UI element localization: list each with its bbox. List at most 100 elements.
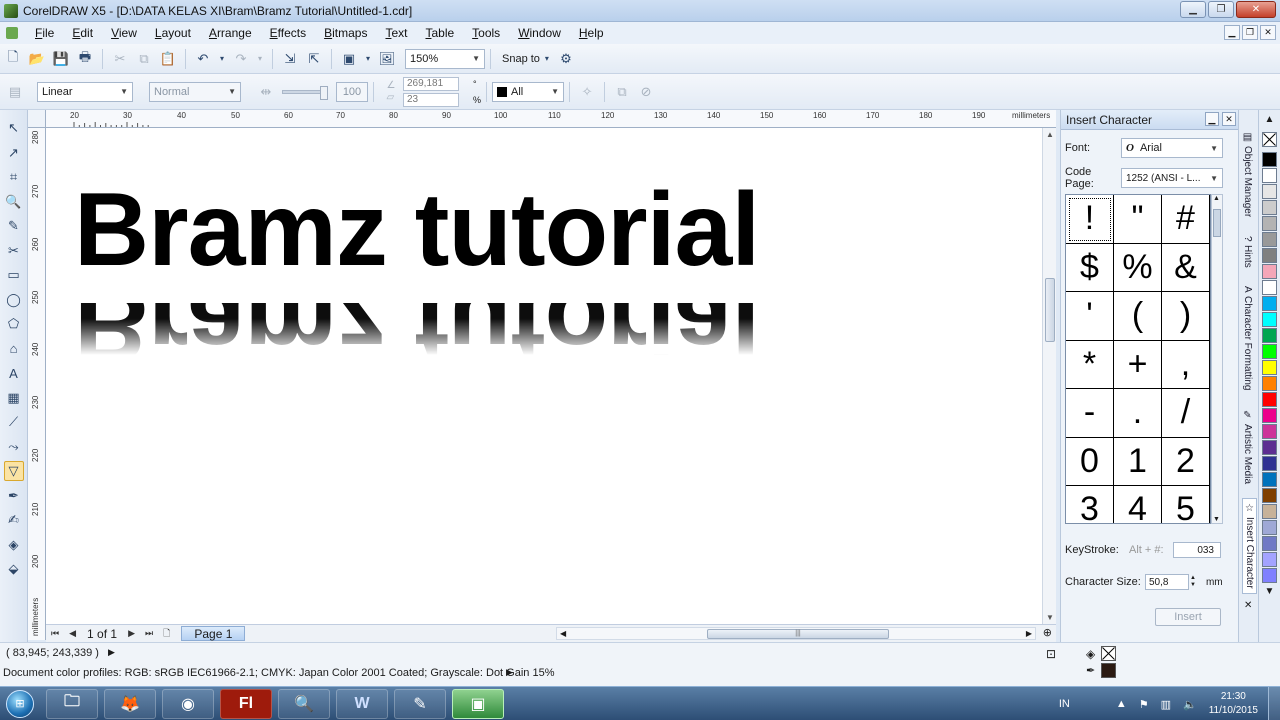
color-swatch[interactable]: [1262, 504, 1277, 519]
smart-fill-tool-icon[interactable]: ✂: [4, 241, 24, 261]
color-swatch[interactable]: [1262, 248, 1277, 263]
navigator-icon[interactable]: ⊕: [1043, 626, 1052, 639]
color-swatch[interactable]: [1262, 328, 1277, 343]
character-cell[interactable]: $: [1066, 243, 1114, 292]
horizontal-ruler[interactable]: 20 30 40 50 60 70 80 90 100 110 120 130 …: [46, 110, 1056, 128]
freehand-tool-icon[interactable]: ✎: [4, 216, 24, 236]
undo-dropdown-icon[interactable]: ▾: [218, 50, 226, 68]
zoom-tool-icon[interactable]: 🔍: [4, 192, 24, 212]
merge-mode-combo[interactable]: Normal ▼: [149, 81, 241, 102]
color-swatch[interactable]: [1262, 488, 1277, 503]
menu-arrange[interactable]: Arrange: [200, 26, 261, 40]
polygon-tool-icon[interactable]: ⬠: [4, 314, 24, 334]
character-cell[interactable]: /: [1162, 389, 1210, 438]
chrome-taskbar-button[interactable]: ◉: [162, 688, 214, 719]
color-swatch[interactable]: [1262, 440, 1277, 455]
firefox-taskbar-button[interactable]: 🦊: [104, 688, 156, 719]
color-swatch[interactable]: [1262, 520, 1277, 535]
export-icon[interactable]: ⇱: [305, 50, 323, 68]
next-page-icon[interactable]: ▶: [128, 628, 135, 639]
color-swatch[interactable]: [1262, 312, 1277, 327]
page-tab[interactable]: Page 1: [181, 626, 246, 641]
character-cell[interactable]: %: [1114, 243, 1162, 292]
palette-scroll-up-icon[interactable]: ▲: [1265, 114, 1275, 125]
color-swatch[interactable]: [1262, 568, 1277, 583]
menu-bitmaps[interactable]: Bitmaps: [315, 26, 376, 40]
character-cell[interactable]: 4: [1114, 486, 1162, 523]
copy-transparency-icon[interactable]: ⧉: [613, 83, 631, 101]
menu-window[interactable]: Window: [509, 26, 570, 40]
insert-button[interactable]: Insert: [1155, 608, 1221, 626]
import-icon[interactable]: ⇲: [281, 50, 299, 68]
interactive-fill-tool-icon[interactable]: ⬙: [4, 559, 24, 579]
ellipse-tool-icon[interactable]: ◯: [4, 290, 24, 310]
character-cell[interactable]: !: [1066, 195, 1114, 244]
zoom-level-combo[interactable]: 150% ▼: [405, 48, 485, 69]
menu-file[interactable]: File: [26, 26, 63, 40]
edge-pad-input[interactable]: 23: [403, 92, 459, 107]
character-cell[interactable]: 2: [1162, 437, 1210, 486]
image-viewer-taskbar-button[interactable]: 🔍: [278, 688, 330, 719]
color-swatch[interactable]: [1262, 200, 1277, 215]
apply-to-combo[interactable]: All ▼: [492, 81, 565, 102]
profile-expand-icon[interactable]: ▶: [506, 667, 513, 678]
menu-layout[interactable]: Layout: [146, 26, 200, 40]
launcher-dropdown-icon[interactable]: ▾: [364, 50, 372, 68]
start-button[interactable]: ⊞: [0, 688, 40, 720]
color-swatch[interactable]: [1262, 408, 1277, 423]
character-cell[interactable]: ,: [1162, 340, 1210, 389]
color-swatch[interactable]: [1262, 552, 1277, 567]
no-color-swatch[interactable]: [1262, 132, 1277, 147]
transparency-tool-icon[interactable]: ▽: [3, 461, 24, 481]
character-cell[interactable]: ): [1162, 292, 1210, 341]
tab-artistic-media[interactable]: ✎ Artistic Media: [1242, 410, 1253, 484]
new-document-icon[interactable]: 🗋: [4, 49, 22, 68]
docker-minimize-button[interactable]: ▁: [1205, 112, 1219, 126]
print-icon[interactable]: 🖶: [76, 49, 94, 68]
dimension-tool-icon[interactable]: ⟋: [4, 412, 24, 432]
volume-icon[interactable]: 🔈: [1183, 698, 1197, 711]
character-cell[interactable]: ': [1066, 292, 1114, 341]
language-indicator[interactable]: IN: [1059, 698, 1070, 710]
action-center-flag-icon[interactable]: ⚑: [1139, 698, 1149, 711]
size-spinner[interactable]: ▲ ▼: [1190, 575, 1196, 589]
color-swatch[interactable]: [1262, 344, 1277, 359]
connector-tool-icon[interactable]: ⤳: [4, 437, 24, 457]
character-cell[interactable]: *: [1066, 340, 1114, 389]
transparency-type-combo[interactable]: Linear ▼: [37, 81, 133, 102]
menu-table[interactable]: Table: [416, 26, 463, 40]
color-swatch[interactable]: [1262, 360, 1277, 375]
table-tool-icon[interactable]: ▦: [4, 388, 24, 408]
application-launcher-icon[interactable]: ▣: [340, 50, 358, 68]
restore-button[interactable]: ❐: [1208, 1, 1234, 18]
character-size-input[interactable]: 50,8: [1145, 574, 1189, 590]
tab-character-formatting[interactable]: A Character Formatting: [1242, 286, 1253, 390]
color-swatch[interactable]: [1262, 296, 1277, 311]
character-cell[interactable]: +: [1114, 340, 1162, 389]
menu-effects[interactable]: Effects: [261, 26, 315, 40]
coreldraw-taskbar-button[interactable]: ✎: [394, 688, 446, 719]
system-clock[interactable]: 21:30 11/10/2015: [1209, 690, 1258, 718]
fill-color-swatch[interactable]: [1101, 646, 1117, 661]
basic-shapes-tool-icon[interactable]: ⌂: [4, 339, 24, 359]
show-desktop-button[interactable]: [1268, 687, 1280, 720]
character-scroll-thumb[interactable]: [1213, 209, 1221, 237]
keystroke-input[interactable]: 033: [1173, 542, 1221, 558]
snap-dropdown-icon[interactable]: ▾: [543, 50, 551, 68]
color-swatch[interactable]: [1262, 456, 1277, 471]
snap-to-button[interactable]: Snap to: [502, 53, 540, 65]
vertical-ruler[interactable]: 280 270 260 250 240 230 220 210 200 mill…: [28, 128, 46, 640]
color-swatch[interactable]: [1262, 232, 1277, 247]
color-swatch[interactable]: [1262, 264, 1277, 279]
angle-input[interactable]: 269,181: [403, 76, 459, 91]
outline-color-swatch[interactable]: [1101, 663, 1117, 678]
pick-tool-icon[interactable]: ↖: [4, 118, 24, 138]
fill-tool-icon[interactable]: ◈: [4, 535, 24, 555]
document-icon[interactable]: [6, 27, 18, 39]
menu-text[interactable]: Text: [376, 26, 416, 40]
eyedropper-tool-icon[interactable]: ✒: [4, 486, 24, 506]
vertical-scrollbar[interactable]: ▲ ▼: [1042, 128, 1056, 624]
close-button[interactable]: ✕: [1236, 1, 1276, 18]
menu-help[interactable]: Help: [570, 26, 613, 40]
network-icon[interactable]: ▥: [1161, 698, 1171, 711]
